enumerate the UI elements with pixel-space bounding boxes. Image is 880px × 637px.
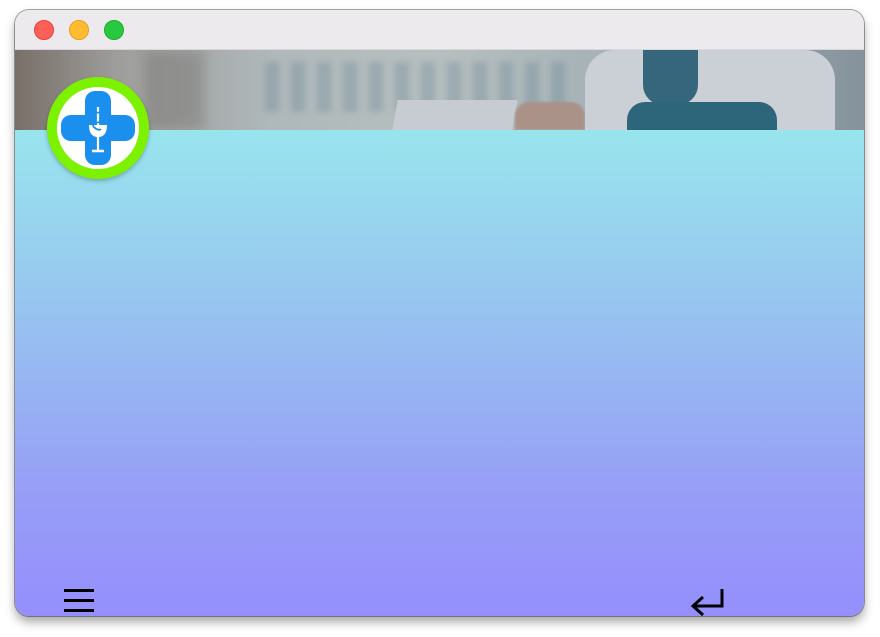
return-arrow-icon	[690, 589, 724, 616]
hamburger-menu-button[interactable]	[62, 585, 96, 616]
pharmacy-logo	[47, 77, 149, 179]
title-bar	[15, 10, 864, 50]
minimize-window-button[interactable]	[69, 20, 89, 40]
pharmacy-cross-icon	[61, 91, 135, 165]
app-window	[15, 10, 864, 616]
close-window-button[interactable]	[34, 20, 54, 40]
hamburger-menu-icon	[64, 589, 94, 612]
main-panel	[15, 130, 864, 616]
zoom-window-button[interactable]	[104, 20, 124, 40]
return-button[interactable]	[687, 584, 727, 616]
